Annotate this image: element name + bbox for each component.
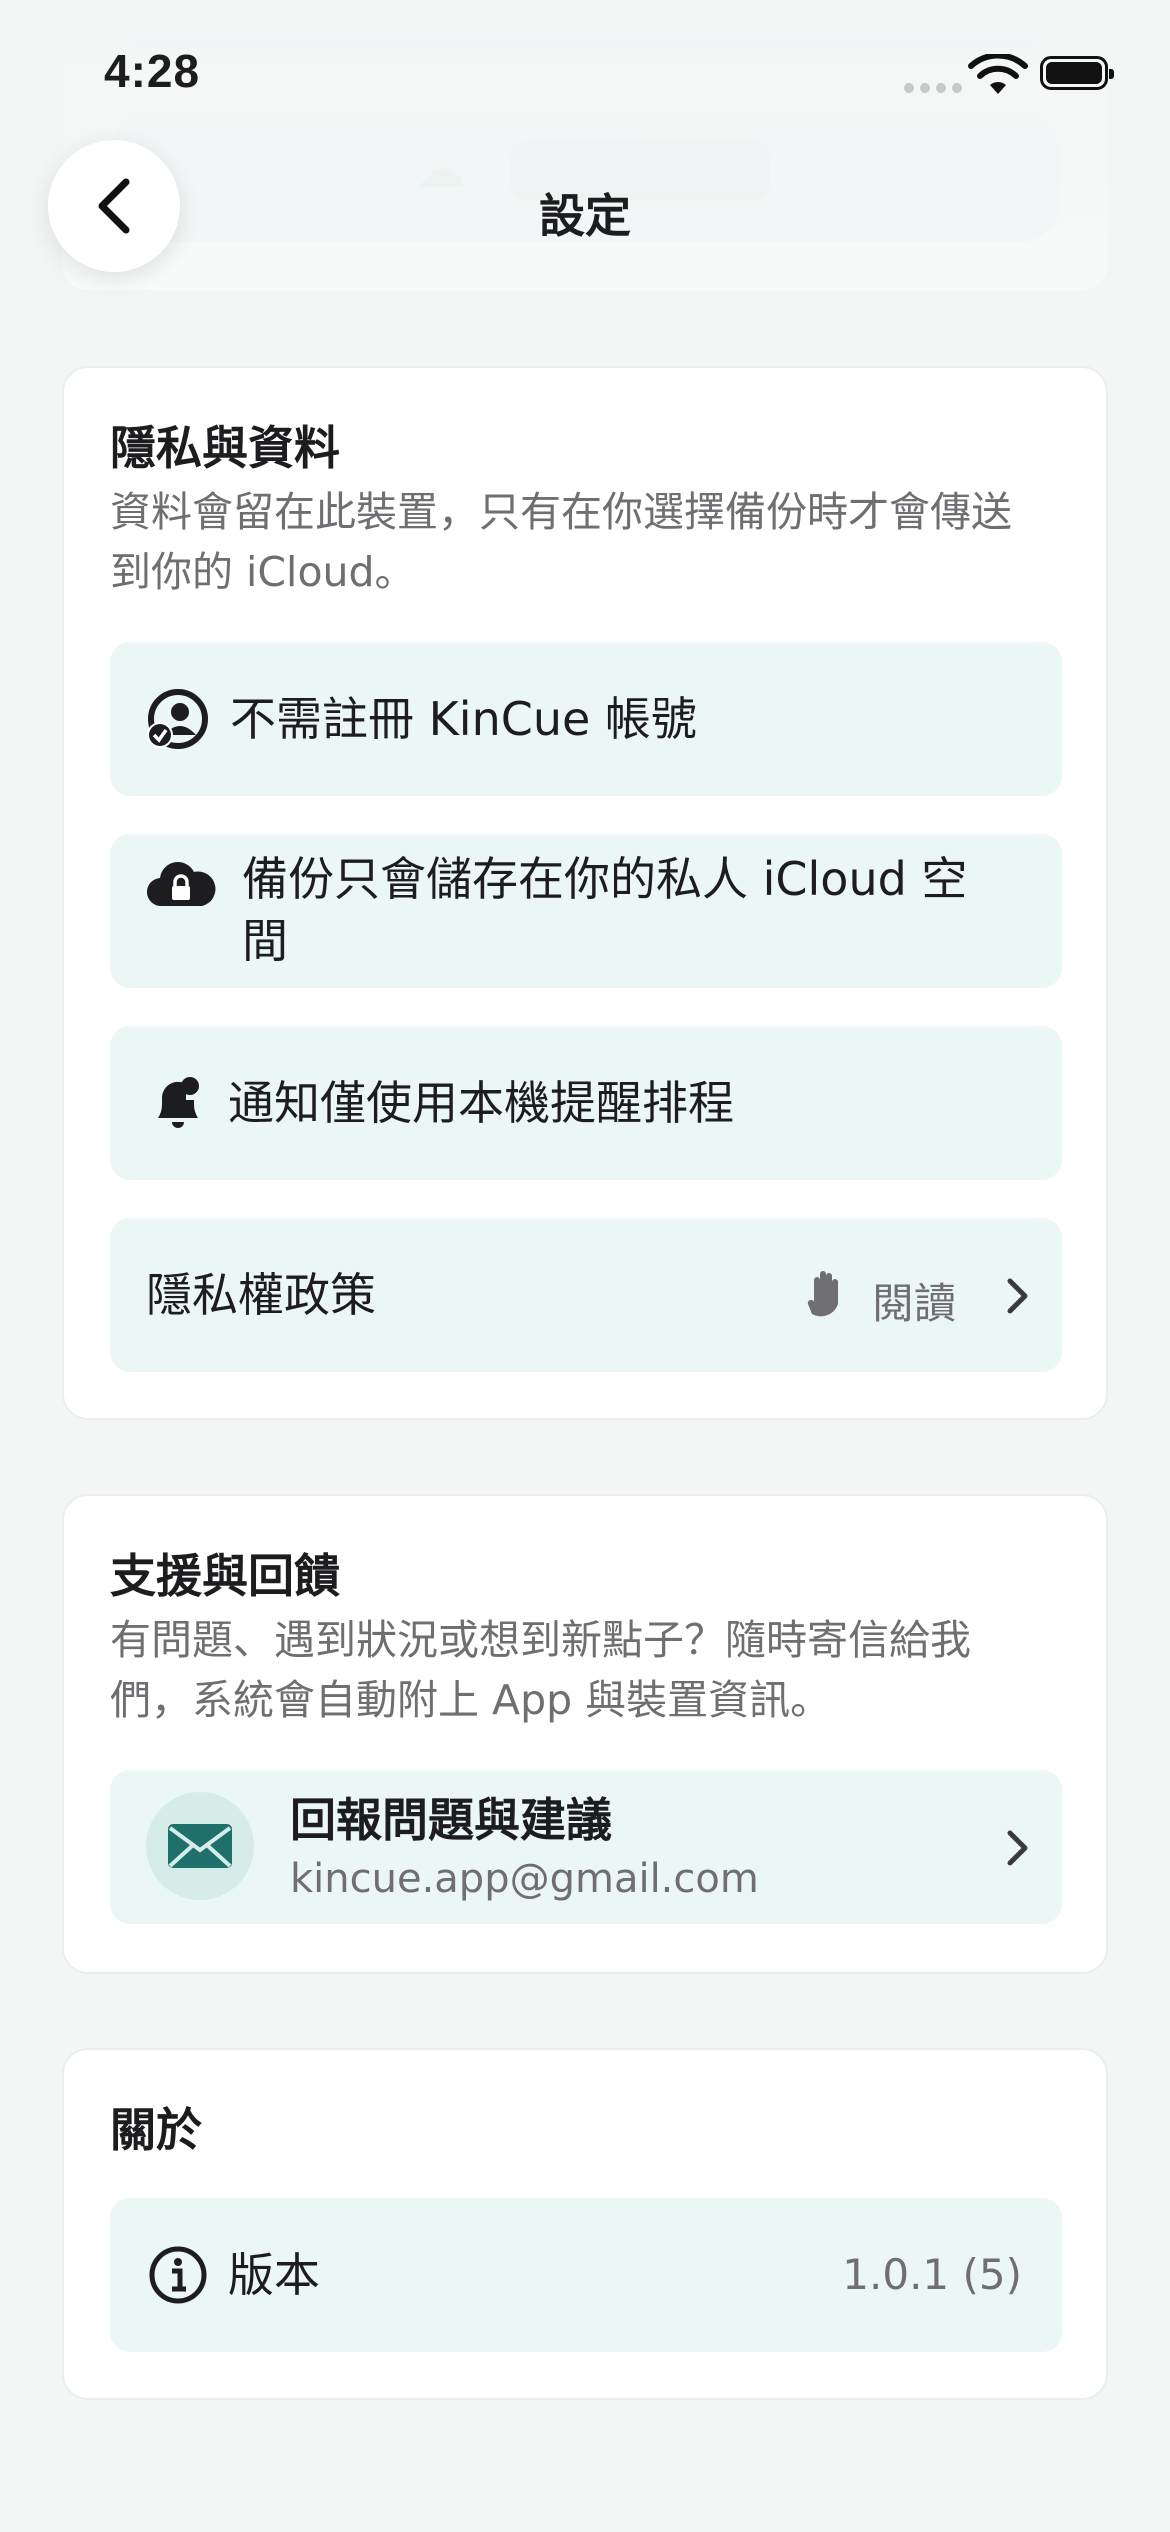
privacy-item-no-account: 不需註冊 KinCue 帳號: [110, 642, 1062, 796]
version-label: 版本: [228, 2248, 320, 2302]
info-circle-icon: [149, 2246, 207, 2304]
about-section-title: 關於: [110, 2103, 202, 2157]
wifi-icon: [968, 54, 1028, 94]
privacy-item-local-notifications: 通知僅使用本機提醒排程: [110, 1026, 1062, 1180]
support-section-description: 有問題、遇到狀況或想到新點子？隨時寄信給我們，系統會自動附上 App 與裝置資訊…: [110, 1616, 971, 1724]
privacy-item-icloud-backup: 備份只會儲存在你的私人 iCloud 空間: [110, 834, 1062, 988]
privacy-section-description: 資料會留在此裝置，只有在你選擇備份時才會傳送到你的 iCloud。: [110, 488, 1012, 596]
privacy-item-label: 不需註冊 KinCue 帳號: [230, 692, 697, 746]
about-card: 關於 版本 1.0.1 (5): [62, 2048, 1108, 2400]
bell-badge-icon: [158, 1077, 199, 1128]
privacy-card: 隱私與資料 資料會留在此裝置，只有在你選擇備份時才會傳送到你的 iCloud。 …: [62, 366, 1108, 1420]
privacy-policy-label: 隱私權政策: [146, 1268, 376, 1322]
support-card: 支援與回饋 有問題、遇到狀況或想到新點子？隨時寄信給我們，系統會自動附上 App…: [62, 1494, 1108, 1974]
version-value: 1.0.1 (5): [842, 2250, 1022, 2299]
cloud-lock-icon: [146, 862, 216, 907]
cellular-signal-icon: [904, 78, 968, 97]
page-title: 設定: [539, 189, 631, 243]
status-time: 4:28: [104, 45, 201, 97]
feedback-title: 回報問題與建議: [290, 1793, 612, 1847]
battery-icon: [1040, 56, 1114, 90]
envelope-icon-circle: [146, 1792, 254, 1900]
chevron-right-icon: [1007, 1278, 1028, 1314]
privacy-item-label: 通知僅使用本機提醒排程: [228, 1076, 734, 1130]
feedback-row[interactable]: 回報問題與建議 kincue.app@gmail.com: [110, 1770, 1062, 1924]
privacy-item-label: 備份只會儲存在你的私人 iCloud 空間: [242, 852, 968, 968]
person-check-icon: [147, 689, 208, 749]
support-section-title: 支援與回饋: [110, 1549, 340, 1603]
privacy-policy-row[interactable]: 隱私權政策 閱讀: [110, 1218, 1062, 1372]
feedback-email: kincue.app@gmail.com: [290, 1856, 759, 1902]
chevron-right-icon: [1007, 1830, 1028, 1866]
envelope-icon: [168, 1824, 232, 1868]
hand-raised-icon: [807, 1271, 838, 1317]
privacy-policy-action: 閱讀: [872, 1279, 957, 1328]
version-row: 版本 1.0.1 (5): [110, 2198, 1062, 2352]
privacy-section-title: 隱私與資料: [110, 421, 340, 475]
